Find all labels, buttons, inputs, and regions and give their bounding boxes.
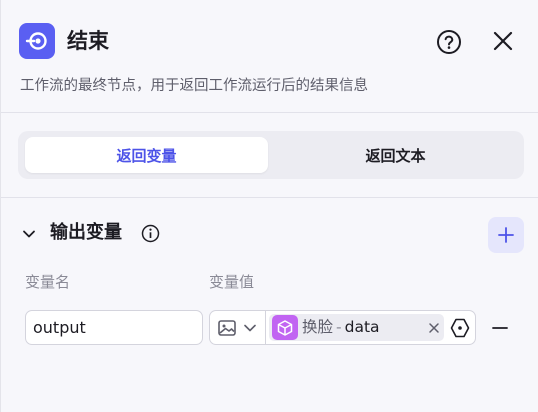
- reference-text: 换脸 - data: [302, 317, 380, 338]
- image-icon: [218, 319, 236, 336]
- tab-return-variables[interactable]: 返回变量: [25, 137, 268, 173]
- remove-row-icon[interactable]: [490, 318, 510, 338]
- return-mode-tabs: 返回变量 返回文本: [18, 131, 524, 179]
- value-field-separator: [265, 311, 266, 344]
- header-divider: [1, 112, 538, 113]
- variable-value-field: 换脸 - data: [209, 310, 476, 345]
- value-type-select[interactable]: [212, 313, 264, 342]
- tab-return-text[interactable]: 返回文本: [274, 137, 517, 173]
- cube-icon: [272, 315, 298, 340]
- variable-name-input[interactable]: [25, 310, 203, 345]
- tabs-divider: [1, 197, 538, 198]
- plus-icon: [498, 227, 514, 243]
- end-node-icon: [19, 23, 55, 59]
- variable-reference-tag[interactable]: 换脸 - data: [269, 314, 444, 341]
- chevron-down-icon: [244, 324, 256, 331]
- end-node-panel: 结束 工作流的最终节点，用于返回工作流运行后的结果信息 返回变量 返回文本 输出…: [0, 0, 538, 412]
- close-icon[interactable]: [491, 29, 515, 53]
- column-label-value: 变量值: [209, 273, 255, 291]
- column-label-name: 变量名: [25, 273, 71, 291]
- collapse-chevron-icon[interactable]: [21, 226, 37, 242]
- panel-description: 工作流的最终节点，用于返回工作流运行后的结果信息: [20, 78, 368, 94]
- output-section-title: 输出变量: [50, 222, 122, 243]
- add-variable-button[interactable]: [488, 217, 524, 253]
- info-icon[interactable]: [141, 224, 160, 243]
- clear-reference-icon[interactable]: [427, 320, 441, 334]
- reference-node-name: 换脸: [302, 318, 334, 336]
- variable-picker-icon[interactable]: [449, 317, 471, 339]
- help-icon[interactable]: [436, 29, 462, 55]
- reference-separator: -: [336, 318, 342, 336]
- reference-variable-name: data: [344, 318, 380, 336]
- panel-header: 结束 工作流的最终节点，用于返回工作流运行后的结果信息: [1, 0, 538, 120]
- panel-title: 结束: [67, 29, 109, 53]
